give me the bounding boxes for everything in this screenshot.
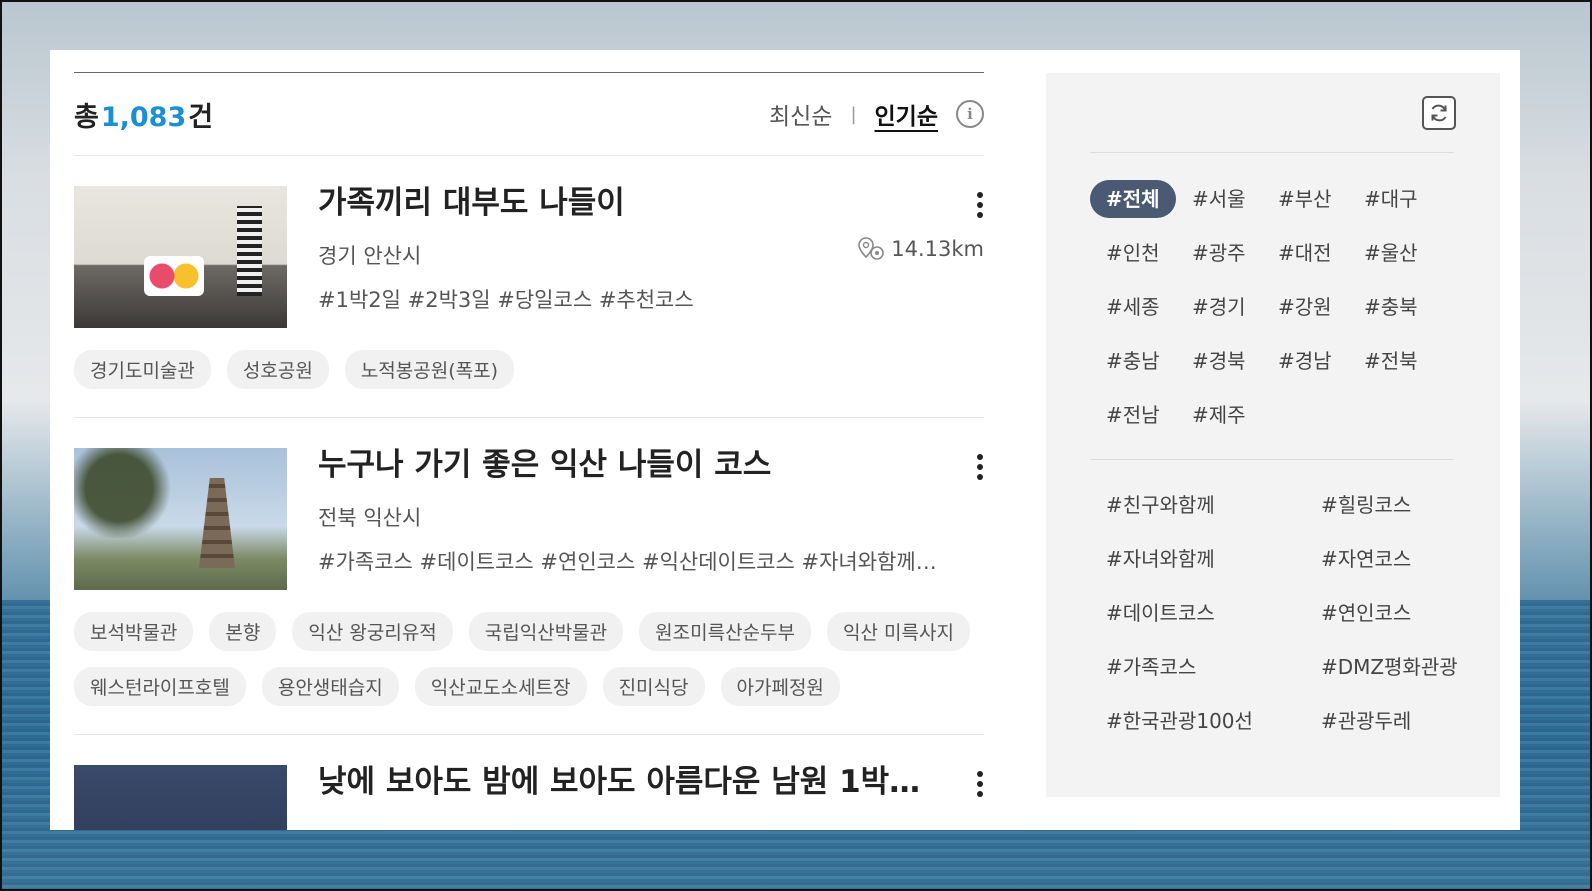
- total-prefix: 총: [74, 101, 99, 133]
- spot-chip[interactable]: 아가페정원: [720, 667, 840, 706]
- info-icon[interactable]: i: [956, 100, 984, 128]
- spot-chip[interactable]: 본향: [209, 612, 277, 651]
- region-tag[interactable]: #서울: [1176, 180, 1262, 218]
- total-count: 총 1,083 건: [74, 95, 213, 134]
- course-title[interactable]: 누구나 가기 좋은 익산 나들이 코스: [318, 448, 938, 482]
- course-item: 누구나 가기 좋은 익산 나들이 코스 전북 익산시 #가족코스 #데이트코스 …: [74, 418, 984, 735]
- refresh-icon: [1431, 104, 1447, 122]
- spot-chip[interactable]: 진미식당: [602, 667, 705, 706]
- spot-chip[interactable]: 성호공원: [226, 350, 329, 389]
- course-thumbnail[interactable]: [74, 448, 287, 590]
- region-tag[interactable]: #경남: [1262, 342, 1348, 380]
- tag-divider: [1090, 152, 1454, 153]
- course-item: 낮에 보아도 밤에 보아도 아름다운 남원 1박2일 …: [74, 735, 984, 830]
- region-tag[interactable]: #세종: [1090, 288, 1176, 326]
- course-distance: 14.13km: [857, 236, 984, 262]
- course-spots: 경기도미술관 성호공원 노적봉공원(폭포): [74, 350, 984, 389]
- total-suffix: 건: [188, 101, 214, 133]
- spot-chip[interactable]: 용안생태습지: [261, 667, 399, 706]
- course-thumbnail[interactable]: [74, 186, 287, 328]
- content-card: 총 1,083 건 최신순 | 인기순 i 가족끼리 대부도 나들이 경기 안산…: [50, 50, 1520, 830]
- spot-chip[interactable]: 국립익산박물관: [468, 612, 624, 651]
- kebab-menu-icon[interactable]: [976, 771, 984, 797]
- region-tag-list: #전체 #서울 #부산 #대구 #인천 #광주 #대전 #울산 #세종 #경기 …: [1090, 180, 1434, 434]
- refresh-button[interactable]: [1422, 96, 1456, 130]
- theme-tag[interactable]: #자연코스: [1305, 540, 1427, 578]
- course-hashtags: #1박2일 #2박3일 #당일코스 #추천코스: [318, 288, 694, 313]
- theme-tag[interactable]: #힐링코스: [1305, 486, 1427, 524]
- region-tag[interactable]: #경기: [1176, 288, 1262, 326]
- theme-tag[interactable]: #연인코스: [1305, 594, 1427, 632]
- region-tag[interactable]: #강원: [1262, 288, 1348, 326]
- total-count-number: 1,083: [100, 101, 187, 133]
- course-thumbnail[interactable]: [74, 765, 287, 830]
- sort-options: 최신순 | 인기순 i: [769, 97, 984, 131]
- spot-chip[interactable]: 익산 왕궁리유적: [292, 612, 453, 651]
- region-tag[interactable]: #전남: [1090, 396, 1176, 434]
- course-region: 전북 익산시: [318, 506, 422, 531]
- region-tag[interactable]: #경북: [1176, 342, 1262, 380]
- sort-latest-button[interactable]: 최신순: [769, 97, 832, 131]
- distance-value: 14.13km: [891, 237, 984, 261]
- theme-tag[interactable]: #한국관광100선: [1090, 702, 1269, 740]
- spot-chip[interactable]: 웨스턴라이프호텔: [74, 667, 246, 706]
- theme-tag[interactable]: #자녀와함께: [1090, 540, 1231, 578]
- course-hashtags: #가족코스 #데이트코스 #연인코스 #익산데이트코스 #자녀와함께 #…: [318, 550, 938, 575]
- result-summary-bar: 총 1,083 건 최신순 | 인기순 i: [74, 73, 984, 156]
- course-spots: 보석박물관 본향 익산 왕궁리유적 국립익산박물관 원조미륵산순두부 익산 미륵…: [74, 612, 984, 706]
- spot-chip[interactable]: 익산 미륵사지: [827, 612, 970, 651]
- kebab-menu-icon[interactable]: [976, 192, 984, 218]
- region-tag[interactable]: #울산: [1348, 234, 1434, 272]
- spot-chip[interactable]: 경기도미술관: [74, 350, 211, 389]
- course-list-panel: 총 1,083 건 최신순 | 인기순 i 가족끼리 대부도 나들이 경기 안산…: [74, 72, 984, 830]
- region-tag[interactable]: #대구: [1348, 180, 1434, 218]
- theme-tag[interactable]: #DMZ평화관광: [1305, 648, 1474, 686]
- region-tag[interactable]: #인천: [1090, 234, 1176, 272]
- spot-chip[interactable]: 원조미륵산순두부: [639, 612, 811, 651]
- region-tag[interactable]: #제주: [1176, 396, 1262, 434]
- theme-tag[interactable]: #데이트코스: [1090, 594, 1231, 632]
- theme-tag[interactable]: #친구와함께: [1090, 486, 1231, 524]
- tag-divider: [1090, 459, 1454, 460]
- spot-chip[interactable]: 보석박물관: [74, 612, 194, 651]
- theme-tag-list: #친구와함께 #힐링코스 #자녀와함께 #자연코스 #데이트코스 #연인코스 #…: [1090, 486, 1474, 740]
- theme-tag[interactable]: #관광두레: [1305, 702, 1427, 740]
- region-tag-all[interactable]: #전체: [1090, 180, 1176, 218]
- sort-popular-button[interactable]: 인기순: [875, 97, 938, 131]
- tag-filter-panel: #전체 #서울 #부산 #대구 #인천 #광주 #대전 #울산 #세종 #경기 …: [1046, 73, 1500, 797]
- course-title[interactable]: 낮에 보아도 밤에 보아도 아름다운 남원 1박2일 …: [318, 765, 938, 799]
- course-item: 가족끼리 대부도 나들이 경기 안산시 #1박2일 #2박3일 #당일코스 #추…: [74, 156, 984, 418]
- region-tag[interactable]: #충북: [1348, 288, 1434, 326]
- theme-tag[interactable]: #가족코스: [1090, 648, 1212, 686]
- kebab-menu-icon[interactable]: [976, 454, 984, 480]
- region-tag[interactable]: #광주: [1176, 234, 1262, 272]
- course-title[interactable]: 가족끼리 대부도 나들이: [318, 186, 938, 220]
- spot-chip[interactable]: 익산교도소세트장: [414, 667, 587, 706]
- region-tag[interactable]: #부산: [1262, 180, 1348, 218]
- region-tag[interactable]: #전북: [1348, 342, 1434, 380]
- region-tag[interactable]: #대전: [1262, 234, 1348, 272]
- location-pin-icon: [858, 237, 885, 260]
- region-tag[interactable]: #충남: [1090, 342, 1176, 380]
- spot-chip[interactable]: 노적봉공원(폭포): [344, 350, 514, 389]
- sort-separator: |: [850, 103, 857, 125]
